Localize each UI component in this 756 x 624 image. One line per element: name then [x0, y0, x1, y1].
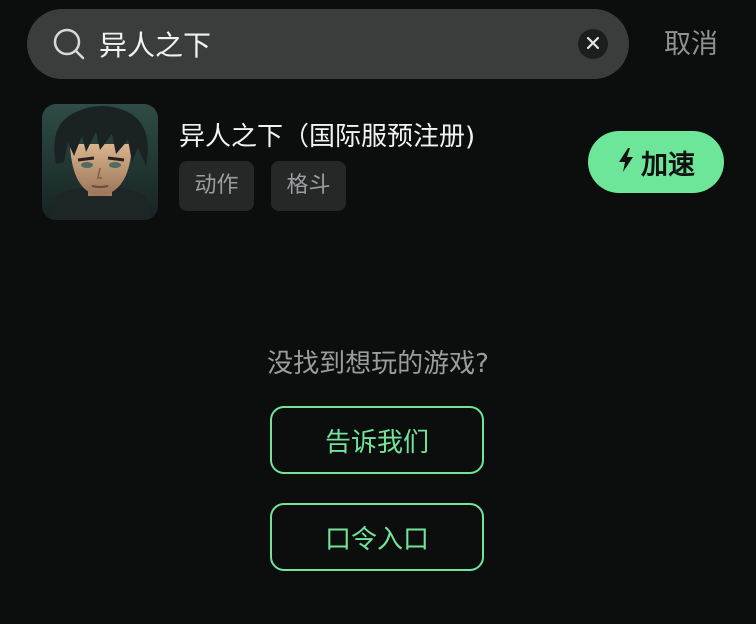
lightning-icon: [617, 147, 635, 177]
clear-search-button[interactable]: [578, 29, 608, 59]
accelerate-button[interactable]: 加速: [588, 131, 724, 193]
game-result-item[interactable]: 异人之下（国际服预注册) 动作 格斗 加速: [42, 104, 732, 222]
not-found-prompt: 没找到想玩的游戏?: [267, 349, 489, 379]
search-bar[interactable]: [27, 9, 629, 79]
game-cover-image[interactable]: [42, 104, 158, 220]
game-title: 异人之下（国际服预注册): [179, 122, 476, 152]
genre-tag: 格斗: [271, 161, 346, 211]
search-input[interactable]: [99, 9, 559, 79]
code-entry-button[interactable]: 口令入口: [270, 503, 484, 571]
close-icon: [586, 35, 600, 54]
cancel-button[interactable]: 取消: [664, 22, 718, 61]
search-icon: [52, 27, 86, 61]
accelerate-label: 加速: [641, 149, 695, 181]
genre-tag: 动作: [179, 161, 254, 211]
tell-us-button[interactable]: 告诉我们: [270, 406, 484, 474]
